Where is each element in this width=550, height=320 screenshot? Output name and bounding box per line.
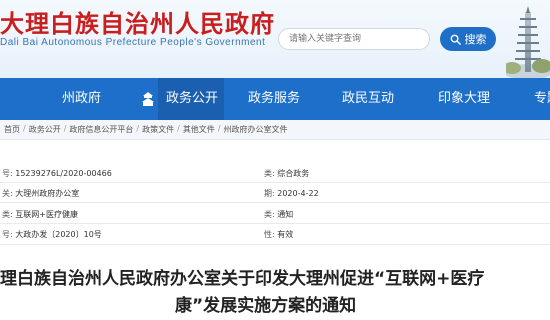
site-subtitle-en: Dali Bai Autonomous Prefecture People's … — [0, 37, 266, 48]
nav-item-impression-dali[interactable]: 印象大理 — [438, 78, 490, 120]
document-title-line2: 康”发展实施方案的通知 — [175, 296, 357, 316]
breadcrumb-gov-affairs[interactable]: 政务公开 — [29, 124, 61, 135]
breadcrumb-bar: 首页 / 政务公开 / 政府信息公开平台 / 政策文件 / 其他文件 / 州政府… — [0, 120, 550, 140]
meta-doc-no: 号: 大政办发〔2020〕10号 — [2, 230, 102, 239]
main-nav: 州政府 政务公开 政务服务 政民互动 印象大理 专题 — [0, 78, 550, 120]
breadcrumb-separator: / — [217, 124, 221, 133]
meta-doc-type: 类: 通知 — [264, 210, 294, 219]
meta-divider — [0, 202, 550, 203]
nav-item-gov-services[interactable]: 政务服务 — [248, 78, 300, 120]
meta-validity: 性: 有效 — [264, 230, 294, 239]
breadcrumb-separator: / — [63, 124, 67, 133]
nav-item-special[interactable]: 专题 — [534, 78, 550, 120]
breadcrumb-home[interactable]: 首页 — [4, 124, 20, 135]
breadcrumb-separator: / — [177, 124, 180, 133]
meta-divider — [0, 244, 550, 245]
search-button-label: 搜索 — [464, 33, 487, 46]
breadcrumb-office-docs[interactable]: 州政府办公室文件 — [224, 124, 288, 135]
breadcrumb-other-docs[interactable]: 其他文件 — [183, 124, 215, 135]
breadcrumb-separator: / — [23, 124, 26, 133]
nav-item-interaction[interactable]: 政民互动 — [342, 78, 394, 120]
meta-divider — [0, 223, 550, 224]
search-icon — [450, 34, 461, 45]
meta-date: 期: 2020-4-22 — [264, 189, 319, 198]
nav-item-gov-affairs[interactable]: 政务公开 — [158, 78, 225, 120]
site-header: 大理白族自治州人民政府 Dali Bai Autonomous Prefectu… — [0, 0, 550, 78]
meta-topic: 类: 互联网+医疗健康 — [2, 210, 78, 219]
site-title[interactable]: 大理白族自治州人民政府 — [0, 4, 275, 39]
document-title: 理白族自治州人民政府办公室关于印发大理州促进“互联网+医疗 — [0, 269, 485, 289]
breadcrumb-policy[interactable]: 政策文件 — [142, 124, 174, 135]
breadcrumb-separator: / — [136, 124, 140, 133]
meta-publisher: 关: 大理州政府办公室 — [2, 189, 80, 198]
nav-item-prefecture-gov[interactable]: 州政府 — [62, 78, 101, 120]
search-input[interactable] — [278, 28, 430, 50]
meta-divider — [0, 182, 550, 183]
pagoda-icon — [142, 92, 154, 106]
search-button[interactable]: 搜索 — [440, 27, 496, 51]
meta-category: 类: 综合政务 — [264, 169, 310, 178]
breadcrumb-info-platform[interactable]: 政府信息公开平台 — [69, 124, 133, 135]
pagoda-illustration — [506, 6, 550, 78]
meta-index-no: 号: 15239276L/2020-00466 — [2, 169, 112, 178]
breadcrumb: 首页 / 政务公开 / 政府信息公开平台 / 政策文件 / 其他文件 / 州政府… — [4, 124, 288, 135]
